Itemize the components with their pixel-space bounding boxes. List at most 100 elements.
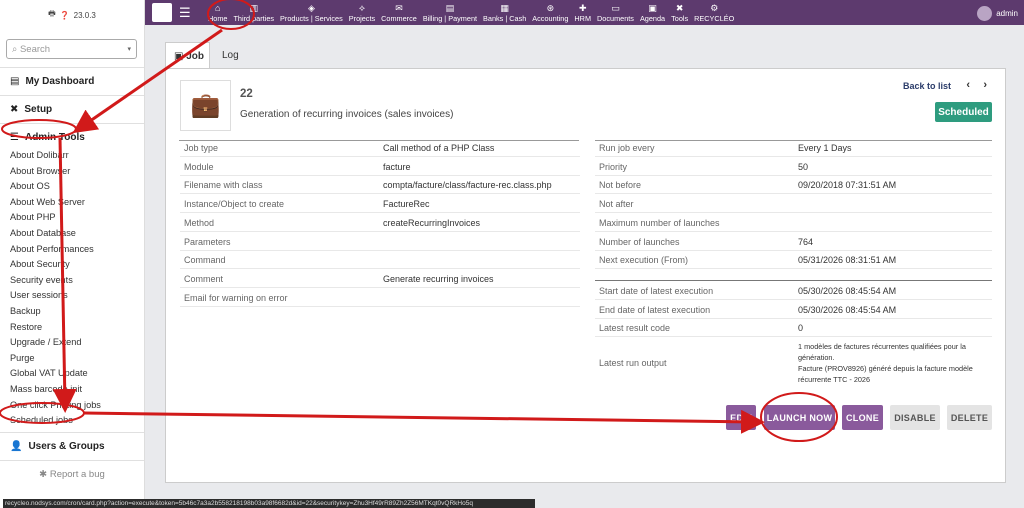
- products-services-icon: ◈: [307, 3, 315, 13]
- sidebar-subitem[interactable]: About Security: [0, 257, 144, 273]
- sidebar-subitem[interactable]: Global VAT Update: [0, 366, 144, 382]
- third-parties-icon: ▥: [249, 3, 258, 13]
- sidebar-subitem[interactable]: About Database: [0, 226, 144, 242]
- search-input[interactable]: ⌕ Search ▾: [6, 39, 137, 59]
- sidebar-subitem[interactable]: User sessions: [0, 288, 144, 304]
- agenda-icon: ▣: [648, 3, 657, 13]
- field-label: Instance/Object to create: [184, 199, 285, 210]
- nav-commerce[interactable]: ✉ Commerce: [378, 0, 420, 25]
- field-label: Priority: [599, 161, 628, 172]
- field-label: Run job every: [599, 143, 655, 153]
- field-value: 05/31/2026 08:31:51 AM: [798, 255, 897, 266]
- field-value: createRecurringInvoices: [383, 217, 481, 228]
- home-icon: ⌂: [215, 3, 221, 13]
- field-label: Start date of latest execution: [599, 286, 714, 296]
- sidebar-item-dashboard[interactable]: ▤ My Dashboard: [0, 71, 144, 92]
- hamburger-icon[interactable]: ☰: [179, 5, 191, 21]
- sidebar-subitem[interactable]: About OS: [0, 179, 144, 195]
- next-icon[interactable]: ›: [983, 79, 987, 91]
- field-label: Number of launches: [599, 236, 680, 247]
- field-value: 05/30/2026 08:45:54 AM: [798, 286, 897, 296]
- field-value: Every 1 Days: [798, 143, 852, 153]
- company-logo[interactable]: [152, 3, 172, 22]
- nav-documents[interactable]: ▭ Documents: [594, 0, 637, 25]
- nav-billing-payment[interactable]: ▤ Billing | Payment: [420, 0, 480, 25]
- edit-button[interactable]: EDIT: [726, 405, 756, 430]
- nav-recycleo[interactable]: ⚙ RECYCLÉO: [691, 0, 737, 25]
- report-bug-link[interactable]: ✱ Report a bug: [0, 469, 144, 480]
- sidebar-subitem[interactable]: Scheduled jobs: [0, 413, 144, 429]
- nav-third-parties[interactable]: ▥ Third parties: [230, 0, 277, 25]
- field-label: Not after: [599, 199, 634, 210]
- job-image: 💼: [180, 80, 231, 131]
- nav-tools[interactable]: ✖ Tools: [668, 0, 691, 25]
- disable-button[interactable]: DISABLE: [890, 405, 940, 430]
- chart-icon: ▤: [10, 76, 20, 87]
- nav-accounting[interactable]: ⊛ Accounting: [529, 0, 571, 25]
- chevron-down-icon: ▾: [127, 46, 131, 53]
- print-icon[interactable]: 🖶: [48, 8, 56, 22]
- tools-icon: ✖: [675, 3, 684, 13]
- field-label: Latest result code: [599, 323, 671, 334]
- sidebar-subitem[interactable]: About PHP: [0, 210, 144, 226]
- documents-icon: ▭: [611, 3, 620, 13]
- field-label: Next execution (From): [599, 255, 689, 266]
- delete-button[interactable]: DELETE: [947, 405, 992, 430]
- field-label: Comment: [184, 273, 224, 284]
- field-value: 09/20/2018 07:31:51 AM: [798, 180, 897, 191]
- bug-icon: ✱: [39, 468, 48, 480]
- sidebar-item-admin-tools[interactable]: ☰ Admin Tools: [0, 127, 144, 148]
- back-to-list-link[interactable]: Back to list: [903, 81, 951, 91]
- nav-products-services[interactable]: ◈ Products | Services: [277, 0, 346, 25]
- tools-icon: ✖: [10, 104, 19, 115]
- projects-icon: ⟡: [358, 3, 365, 13]
- recycleo-icon: ⚙: [710, 3, 719, 13]
- nav-agenda[interactable]: ▣ Agenda: [637, 0, 668, 25]
- user-icon: 👤: [10, 440, 23, 452]
- tab-log[interactable]: Log: [214, 42, 247, 69]
- field-value: 0: [798, 323, 804, 334]
- accounting-icon: ⊛: [546, 3, 555, 13]
- nav-projects[interactable]: ⟡ Projects: [346, 0, 378, 25]
- top-navbar: ☰ ⌂ Home ▥ Third parties ◈ Products | Service…: [0, 0, 1024, 25]
- field-value: 50: [798, 161, 809, 172]
- sidebar-subitem[interactable]: About Dolibarr: [0, 148, 144, 164]
- job-id: 22: [240, 88, 253, 100]
- sidebar-item-setup[interactable]: ✖ Setup: [0, 99, 144, 120]
- sidebar-subitem[interactable]: About Web Server: [0, 195, 144, 211]
- nav-hrm[interactable]: ✚ HRM: [571, 0, 594, 25]
- field-label: Module: [184, 161, 214, 172]
- sidebar-subitem[interactable]: Purge: [0, 351, 144, 367]
- field-label: Command: [184, 255, 226, 266]
- sidebar-subitem[interactable]: About Performances: [0, 242, 144, 258]
- sidebar-subitem[interactable]: About Browser: [0, 164, 144, 180]
- billing-payment-icon: ▤: [445, 3, 455, 13]
- version: 23.0.3: [73, 10, 96, 20]
- nav-home[interactable]: ⌂ Home: [205, 0, 230, 25]
- sidebar-header: 🖶 ❓ 23.0.3: [0, 0, 144, 30]
- search-icon: ⌕: [12, 43, 20, 55]
- field-label: Email for warning on error: [184, 292, 288, 303]
- sidebar-subitem[interactable]: One click Printing jobs: [0, 398, 144, 414]
- sidebar-item-users-groups[interactable]: 👤 Users & Groups: [0, 436, 144, 457]
- help-icon[interactable]: ❓: [60, 11, 70, 20]
- tab-job[interactable]: ▣ Job: [165, 42, 210, 69]
- avatar: [977, 6, 993, 21]
- prev-icon[interactable]: ‹: [966, 79, 970, 91]
- sidebar-subitem[interactable]: Restore: [0, 320, 144, 336]
- clone-button[interactable]: CLONE: [842, 405, 883, 430]
- field-label: Method: [184, 217, 215, 228]
- launch-now-button[interactable]: LAUNCH NOW: [764, 405, 835, 430]
- user-menu[interactable]: admin: [977, 6, 1018, 21]
- nav-banks-cash[interactable]: ▦ Banks | Cash: [480, 0, 529, 25]
- output-text: 1 modèles de factures récurrentes qualif…: [798, 342, 973, 384]
- field-label: Maximum number of launches: [599, 217, 720, 228]
- sidebar-subitem[interactable]: Security events: [0, 273, 144, 289]
- sidebar-subitem[interactable]: Backup: [0, 304, 144, 320]
- sidebar-subitem[interactable]: Upgrade / Extend: [0, 335, 144, 351]
- admin-tools-submenu: About Dolibarr About Browser About OS About…: [0, 148, 144, 429]
- sidebar-subitem[interactable]: Mass barcode init: [0, 382, 144, 398]
- left-sidebar: 🖶 ❓ 23.0.3 ⌕ Search ▾ ▤ My Dashboard ✖ Setu…: [0, 0, 145, 508]
- commerce-icon: ✉: [395, 3, 403, 13]
- username: admin: [996, 9, 1018, 18]
